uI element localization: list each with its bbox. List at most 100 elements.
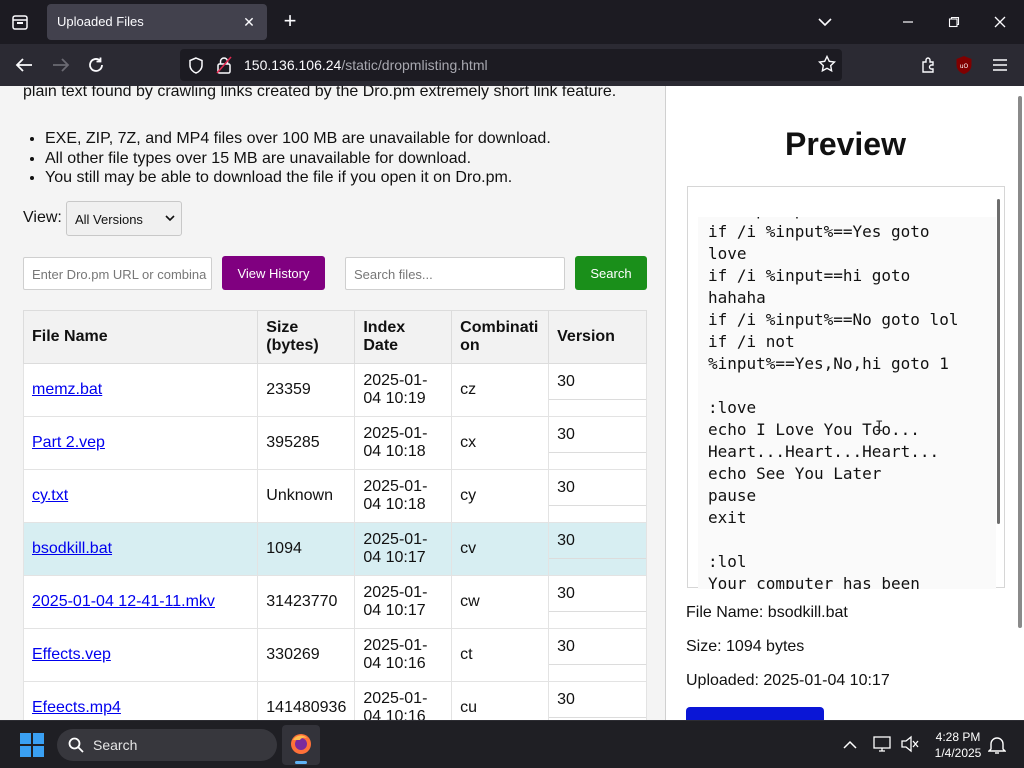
uploaded-info: Uploaded: 2025-01-04 10:17	[686, 672, 890, 689]
cell-version: 30	[548, 681, 647, 720]
table-row[interactable]: Efeects.mp4 141480936 2025-01- 04 10:16 c…	[22, 681, 647, 720]
extensions-puzzle-icon[interactable]	[917, 53, 941, 77]
date-line2: 04 10:16	[363, 655, 426, 672]
table-row[interactable]: Effects.vep 330269 2025-01- 04 10:16 ct 3…	[22, 628, 647, 682]
taskbar-search-label: Search	[93, 737, 138, 753]
table-row[interactable]: 2025-01-04 12-41-11.mkv 31423770 2025-01…	[22, 575, 647, 629]
cell-version: 30	[548, 469, 647, 523]
tab-overflow-chevron-icon[interactable]	[811, 8, 839, 36]
cell-date: 2025-01- 04 10:18	[354, 416, 453, 470]
col-header-date-line2: Date	[363, 337, 399, 354]
new-tab-icon[interactable]: +	[278, 10, 302, 34]
shield-icon[interactable]	[188, 57, 204, 79]
ublock-origin-icon[interactable]: uO	[952, 53, 976, 77]
col-header-size[interactable]: Size (bytes)	[257, 310, 356, 364]
cell-date: 2025-01- 04 10:19	[354, 363, 453, 417]
cell-combination: cy	[451, 469, 550, 523]
date-line1: 2025-01-	[363, 637, 428, 654]
version-value[interactable]: 30	[549, 629, 646, 665]
file-link[interactable]: Efeects.mp4	[32, 699, 121, 716]
clock[interactable]: 4:28 PM 1/4/2025	[925, 729, 991, 761]
cell-combination: cv	[451, 522, 550, 576]
firefox-icon	[291, 734, 311, 754]
date-line1: 2025-01-	[363, 531, 428, 548]
cell-size: 23359	[257, 363, 356, 417]
preview-panel: Preview set /p input= if /i %input%==Yes…	[665, 86, 1024, 720]
code-scrollbar[interactable]	[997, 199, 1000, 524]
file-link[interactable]: memz.bat	[32, 381, 102, 398]
tab-close-icon[interactable]: ✕	[239, 12, 259, 32]
date-line2: 04 10:17	[363, 549, 426, 566]
col-header-combo-line2: on	[460, 337, 480, 354]
network-icon[interactable]	[873, 735, 893, 758]
code-preview[interactable]: set /p input= if /i %input%==Yes goto lo…	[698, 217, 996, 589]
view-select-value: All Versions	[75, 212, 143, 227]
col-header-index-date[interactable]: Index Date	[354, 310, 453, 364]
clock-time: 4:28 PM	[935, 730, 981, 744]
table-row-selected[interactable]: bsodkill.bat 1094 2025-01- 04 10:17 cv 30	[22, 522, 647, 576]
hamburger-menu-icon[interactable]	[988, 53, 1012, 77]
url-text[interactable]: 150.136.106.24/static/dropmlisting.html	[244, 57, 488, 73]
firefox-taskbar-button[interactable]	[282, 725, 320, 765]
cell-size: 1094	[257, 522, 356, 576]
clock-date: 1/4/2025	[934, 746, 982, 760]
download-button[interactable]	[686, 707, 824, 720]
tray-chevron-up-icon[interactable]	[843, 737, 857, 755]
table-row[interactable]: cy.txt Unknown 2025-01- 04 10:18 cy 30	[22, 469, 647, 523]
tab-list-icon[interactable]	[8, 10, 32, 34]
minimize-icon[interactable]	[894, 8, 922, 36]
cell-version: 30	[548, 416, 647, 470]
search-files-input[interactable]: Search files...	[345, 257, 565, 290]
version-value[interactable]: 30	[549, 417, 646, 453]
page-scrollbar[interactable]	[1018, 96, 1022, 628]
volume-muted-icon[interactable]	[900, 735, 920, 758]
cell-combination: cx	[451, 416, 550, 470]
file-link[interactable]: bsodkill.bat	[32, 540, 112, 557]
reload-icon[interactable]	[84, 53, 108, 77]
windows-start-icon[interactable]	[20, 733, 44, 762]
version-value[interactable]: 30	[549, 364, 646, 400]
address-bar[interactable]: 150.136.106.24/static/dropmlisting.html	[180, 49, 842, 81]
file-link[interactable]: Effects.vep	[32, 646, 111, 663]
file-link[interactable]: Part 2.vep	[32, 434, 105, 451]
cell-date: 2025-01- 04 10:16	[354, 628, 453, 682]
active-indicator	[295, 761, 307, 764]
version-value[interactable]: 30	[549, 682, 646, 718]
view-select[interactable]: All Versions	[66, 201, 182, 236]
forward-arrow-icon[interactable]	[49, 53, 73, 77]
table-row[interactable]: Part 2.vep 395285 2025-01- 04 10:18 cx 30	[22, 416, 647, 470]
version-value[interactable]: 30	[549, 470, 646, 506]
dropm-url-placeholder: Enter Dro.pm URL or combina	[32, 267, 207, 282]
view-label: View:	[23, 209, 62, 226]
date-line1: 2025-01-	[363, 478, 428, 495]
url-path: /static/dropmlisting.html	[341, 57, 488, 73]
maximize-icon[interactable]	[940, 8, 968, 36]
back-arrow-icon[interactable]	[12, 53, 36, 77]
version-value[interactable]: 30	[549, 523, 646, 559]
tab-uploaded-files[interactable]: Uploaded Files ✕	[47, 4, 267, 40]
file-link[interactable]: cy.txt	[32, 487, 68, 504]
file-link[interactable]: 2025-01-04 12-41-11.mkv	[32, 593, 215, 610]
preview-title: Preview	[785, 126, 906, 162]
cell-date: 2025-01- 04 10:17	[354, 522, 453, 576]
version-value[interactable]: 30	[549, 576, 646, 612]
date-line1: 2025-01-	[363, 690, 428, 707]
taskbar-search[interactable]: Search	[57, 729, 277, 761]
dropm-url-input[interactable]: Enter Dro.pm URL or combina	[23, 257, 212, 290]
search-files-placeholder: Search files...	[354, 267, 433, 282]
col-header-combination[interactable]: Combinati on	[451, 310, 550, 364]
view-history-button[interactable]: View History	[222, 256, 325, 290]
svg-text:uO: uO	[960, 63, 969, 70]
nav-bar: 150.136.106.24/static/dropmlisting.html …	[0, 44, 1024, 86]
table-row[interactable]: memz.bat 23359 2025-01- 04 10:19 cz 30	[22, 363, 647, 417]
file-list-panel: plain text found by crawling links creat…	[0, 86, 665, 720]
notification-bell-icon[interactable]	[987, 735, 1007, 760]
col-header-version[interactable]: Version	[548, 310, 647, 364]
col-header-file-name[interactable]: File Name	[22, 310, 259, 364]
insecure-lock-icon[interactable]	[216, 56, 232, 79]
date-line2: 04 10:18	[363, 496, 426, 513]
bookmark-star-icon[interactable]	[817, 54, 837, 78]
close-window-icon[interactable]	[986, 8, 1014, 36]
search-button[interactable]: Search	[575, 256, 647, 290]
cell-file-name: cy.txt	[22, 469, 259, 523]
